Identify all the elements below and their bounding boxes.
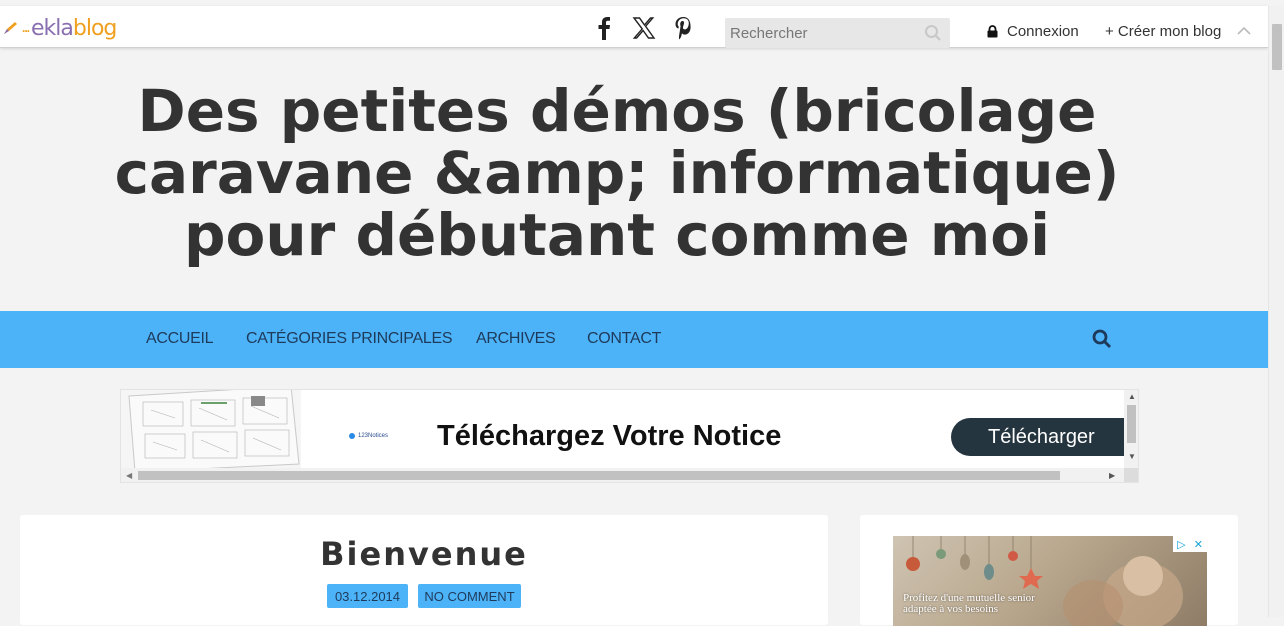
pencil-icon bbox=[4, 22, 17, 34]
ad-headline[interactable]: Téléchargez Votre Notice bbox=[437, 420, 781, 453]
page-scrollbar-thumb[interactable] bbox=[1272, 24, 1282, 70]
lock-icon bbox=[987, 25, 998, 38]
ad-brand-icon bbox=[349, 433, 355, 439]
nav-search-icon[interactable] bbox=[1092, 329, 1112, 349]
ad-banner[interactable]: 123Notices Téléchargez Votre Notice Télé… bbox=[120, 389, 1139, 483]
create-blog-link[interactable]: + Créer mon blog bbox=[1105, 23, 1221, 40]
logo-dots: ... bbox=[22, 21, 30, 35]
scroll-left-icon[interactable]: ◀ bbox=[126, 471, 132, 480]
nav-item-accueil[interactable]: ACCUEIL bbox=[146, 330, 214, 348]
scroll-up-icon[interactable]: ▲ bbox=[1128, 392, 1136, 401]
scrollbar-corner bbox=[1124, 468, 1138, 482]
post-title[interactable]: Bienvenue bbox=[20, 535, 828, 573]
ad-download-button[interactable]: Télécharger bbox=[951, 418, 1129, 456]
ad-choices[interactable]: ▷ ✕ bbox=[1173, 536, 1207, 552]
pinterest-icon[interactable] bbox=[672, 16, 694, 40]
ad-brand-label: 123Notices bbox=[358, 433, 389, 439]
login-link[interactable]: Connexion bbox=[987, 23, 1079, 40]
ad-play-icon[interactable]: ▷ bbox=[1177, 538, 1185, 551]
chevron-up-icon[interactable] bbox=[1236, 26, 1252, 36]
nav-item-categories[interactable]: CATÉGORIES PRINCIPALES bbox=[246, 330, 453, 348]
ad-close-icon[interactable]: ✕ bbox=[1194, 538, 1203, 551]
search-input[interactable] bbox=[725, 18, 915, 48]
sidebar-ad-line2: adaptée à vos besoins bbox=[903, 603, 998, 615]
sidebar-ad-text: Profitez d'une mutuelle senior adaptée à… bbox=[903, 593, 1035, 615]
search-box bbox=[725, 18, 950, 48]
post-date-badge[interactable]: 03.12.2014 bbox=[327, 584, 408, 608]
facebook-icon[interactable] bbox=[593, 16, 615, 40]
logo-ekla-text: ekla bbox=[31, 15, 74, 41]
login-label: Connexion bbox=[1007, 23, 1079, 40]
ad-manual-image bbox=[121, 390, 301, 473]
top-bar: ... eklablog Connexion + Créer mon blog bbox=[0, 6, 1268, 48]
ad-vertical-scrollbar[interactable]: ▲ ▼ bbox=[1124, 390, 1138, 468]
logo-blog-text: blog bbox=[72, 15, 118, 41]
x-twitter-icon[interactable] bbox=[631, 16, 657, 40]
post-card: Bienvenue 03.12.2014 NO COMMENT bbox=[20, 515, 828, 625]
scroll-down-icon[interactable]: ▼ bbox=[1128, 452, 1136, 461]
sidebar-ad[interactable]: ▷ ✕ Profitez d'une mutuelle senior adapté… bbox=[893, 536, 1207, 626]
search-icon[interactable] bbox=[924, 24, 942, 42]
ad-hscroll-thumb[interactable] bbox=[138, 471, 1060, 480]
page-scrollbar[interactable] bbox=[1268, 6, 1284, 617]
ad-vscroll-thumb[interactable] bbox=[1127, 405, 1136, 443]
nav-item-contact[interactable]: CONTACT bbox=[587, 330, 661, 348]
create-blog-label: + Créer mon blog bbox=[1105, 23, 1222, 40]
sidebar-card: ▷ ✕ Profitez d'une mutuelle senior adapté… bbox=[860, 515, 1238, 626]
ad-horizontal-scrollbar[interactable]: ◀ ▶ bbox=[121, 468, 1124, 482]
eklablog-logo[interactable]: ... ekla blog bbox=[0, 15, 118, 41]
post-comments-badge[interactable]: NO COMMENT bbox=[418, 584, 521, 608]
ad-brand: 123Notices bbox=[349, 433, 388, 439]
main-nav: ACCUEIL CATÉGORIES PRINCIPALES ARCHIVES … bbox=[0, 311, 1268, 368]
site-title: Des petites démos (bricolage caravane &a… bbox=[114, 77, 1120, 269]
nav-item-archives[interactable]: ARCHIVES bbox=[476, 330, 556, 348]
scroll-right-icon[interactable]: ▶ bbox=[1109, 471, 1115, 480]
